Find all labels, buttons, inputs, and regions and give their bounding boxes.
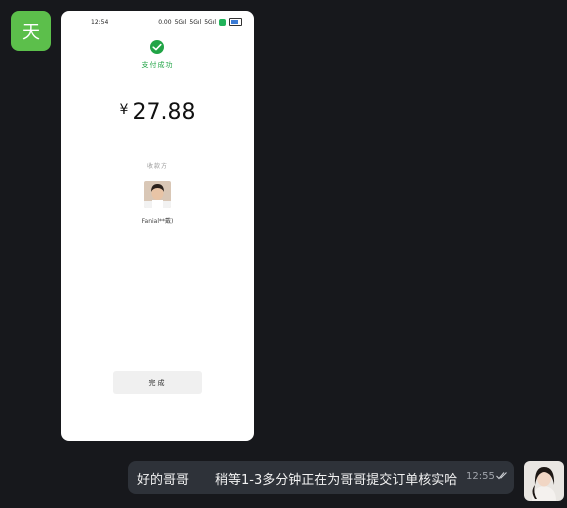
double-check-icon	[496, 472, 507, 480]
done-button[interactable]: 完成	[113, 371, 202, 394]
payment-amount: ¥27.88	[61, 100, 254, 125]
message-text: 好的哥哥 稍等1-3多分钟正在为哥哥提交订单核实哈	[137, 473, 458, 488]
signal-icon-2: 5Gıl	[189, 18, 202, 26]
signal-icon-3: 5Gıl	[204, 18, 216, 26]
amount-value: 27.88	[132, 100, 196, 125]
status-icons: 0.00 5Gıl 5Gıl 5Gıl	[158, 18, 242, 26]
message-time: 12:55	[466, 471, 495, 482]
signal-icon-1: 5Gıl	[174, 18, 187, 26]
wechat-pay-check-icon	[150, 40, 164, 54]
currency-symbol: ¥	[119, 102, 129, 118]
pay-success-label: 支付成功	[141, 61, 174, 69]
my-avatar[interactable]	[524, 461, 564, 501]
payee-label: 收款方	[146, 163, 168, 170]
shield-icon	[219, 18, 226, 26]
sender-avatar-char: 天	[22, 22, 40, 43]
net-speed: 0.00	[158, 18, 172, 26]
payee-avatar	[144, 181, 171, 208]
phone-status-bar: 12:54 0.00 5Gıl 5Gıl 5Gıl	[61, 17, 254, 29]
battery-icon	[229, 18, 242, 26]
payment-screenshot[interactable]: 12:54 0.00 5Gıl 5Gıl 5Gıl 支付成功 ¥27.88 收款…	[61, 11, 254, 441]
payee-name: Fanial**戴)	[141, 218, 174, 225]
status-time: 12:54	[91, 19, 109, 26]
sender-avatar[interactable]: 天	[11, 11, 51, 51]
chat-message-bubble[interactable]: 好的哥哥 稍等1-3多分钟正在为哥哥提交订单核实哈 12:55	[128, 461, 514, 494]
